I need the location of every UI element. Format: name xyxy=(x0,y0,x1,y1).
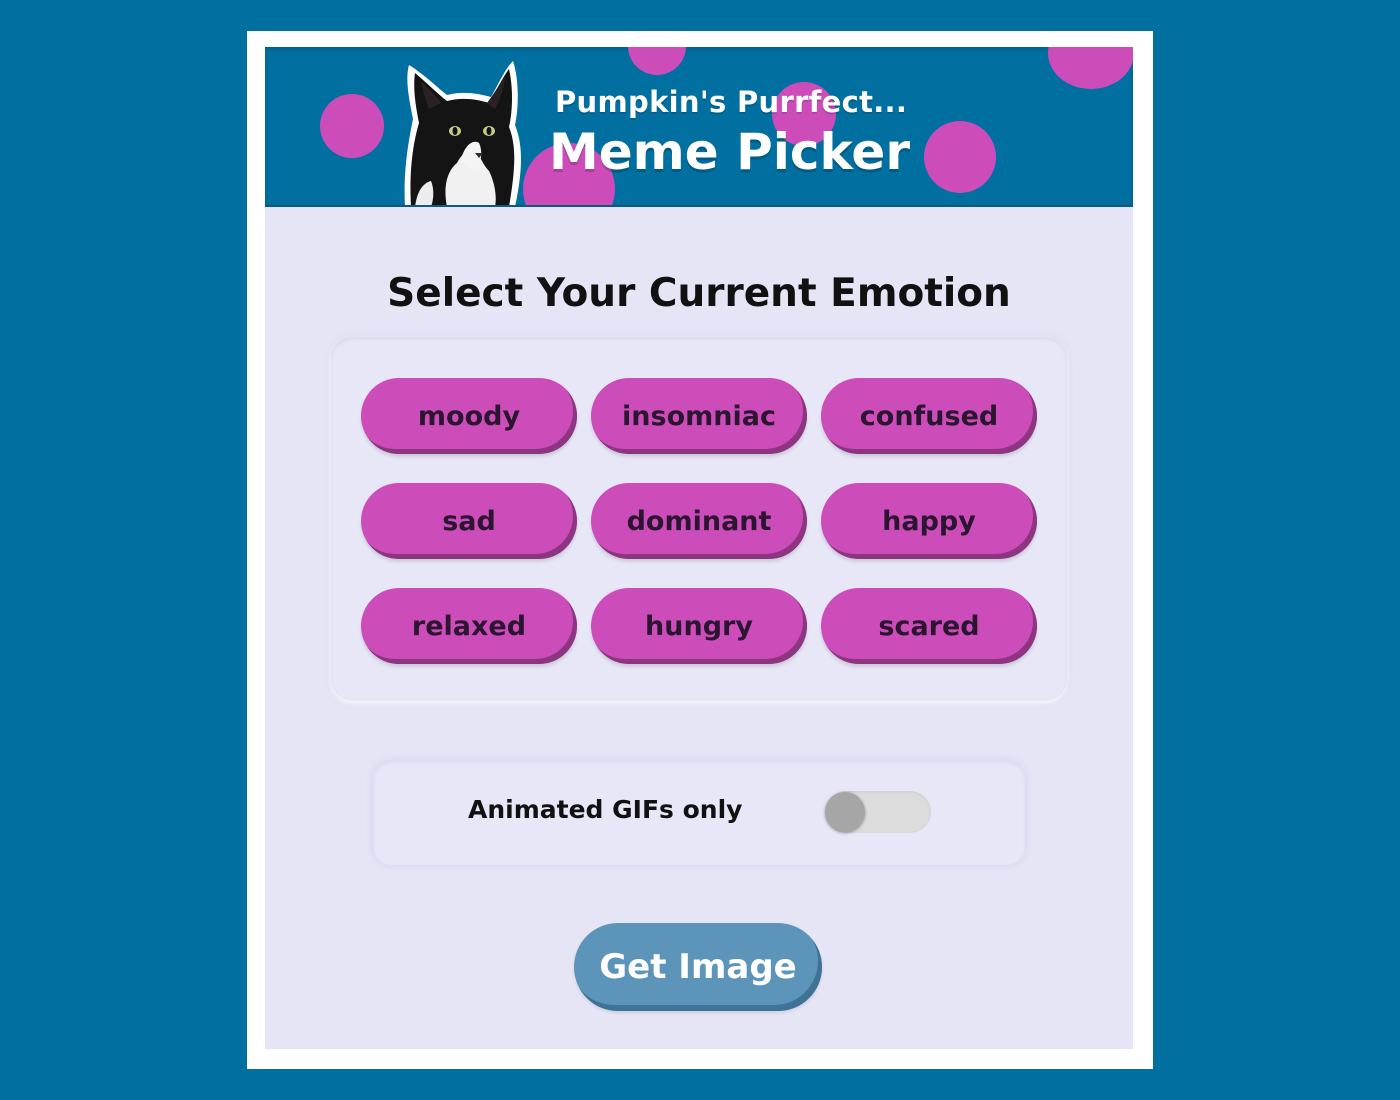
emotion-option-sad[interactable]: sad xyxy=(361,483,577,559)
app-frame: Pumpkin's Purrfect... Meme Picker Select… xyxy=(247,31,1153,1069)
emotion-option-happy[interactable]: happy xyxy=(821,483,1037,559)
gif-only-label: Animated GIFs only xyxy=(468,795,743,824)
emotion-option-insomniac[interactable]: insomniac xyxy=(591,378,807,454)
header-subtitle: Pumpkin's Purrfect... xyxy=(555,85,908,119)
gif-only-toggle[interactable] xyxy=(825,791,931,833)
header-banner: Pumpkin's Purrfect... Meme Picker xyxy=(265,47,1133,207)
header-title: Meme Picker xyxy=(549,123,910,181)
decorative-dot xyxy=(924,121,996,193)
emotion-option-moody[interactable]: moody xyxy=(361,378,577,454)
cat-image xyxy=(404,61,521,205)
emotion-option-relaxed[interactable]: relaxed xyxy=(361,588,577,664)
page-heading: Select Your Current Emotion xyxy=(387,271,1011,316)
gif-filter-panel: Animated GIFs only xyxy=(373,761,1025,865)
get-image-button[interactable]: Get Image xyxy=(574,923,822,1011)
decorative-dot xyxy=(628,47,686,75)
emotion-option-hungry[interactable]: hungry xyxy=(591,588,807,664)
emotion-option-confused[interactable]: confused xyxy=(821,378,1037,454)
decorative-dot xyxy=(320,94,384,158)
decorative-dot xyxy=(1048,47,1133,89)
app-container: Pumpkin's Purrfect... Meme Picker Select… xyxy=(265,47,1133,1049)
emotion-option-scared[interactable]: scared xyxy=(821,588,1037,664)
emotion-option-dominant[interactable]: dominant xyxy=(591,483,807,559)
toggle-knob xyxy=(825,792,865,832)
emotion-radio-group: moody insomniac confused sad dominant ha… xyxy=(331,337,1067,701)
